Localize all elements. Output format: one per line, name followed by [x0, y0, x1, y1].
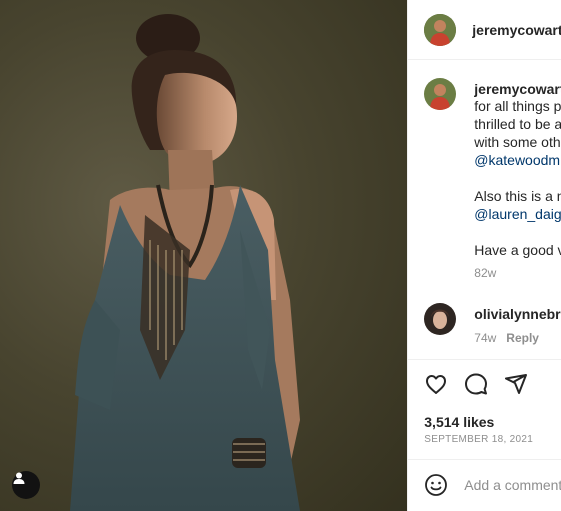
caption-line: Have a good v — [474, 242, 561, 258]
tagged-people-button[interactable] — [12, 471, 40, 499]
portrait-illustration — [70, 14, 300, 511]
post-photo[interactable] — [0, 0, 408, 511]
caption-mention[interactable]: @katewoodm — [474, 151, 560, 169]
caption-username[interactable]: jeremycowart — [474, 80, 561, 98]
person-icon — [13, 472, 25, 484]
actions-divider — [408, 359, 561, 360]
avatar-image — [424, 78, 457, 110]
commenter-avatar[interactable] — [424, 303, 457, 335]
composer-divider — [408, 459, 561, 460]
reply-button[interactable]: Reply — [506, 331, 539, 345]
header-divider — [408, 59, 561, 60]
caption-avatar[interactable] — [424, 78, 457, 110]
caption-line: Also this is a n — [474, 188, 561, 204]
share-icon[interactable] — [504, 372, 528, 396]
author-avatar[interactable] — [424, 14, 457, 46]
commenter-username[interactable]: olivialynnebro — [474, 305, 561, 323]
author-username[interactable]: jeremycowart — [472, 22, 561, 38]
caption-mention[interactable]: @lauren_daig — [474, 205, 561, 223]
caption-age: 82w — [474, 266, 497, 280]
caption-line: with some oth — [474, 134, 561, 150]
post-date[interactable]: SEPTEMBER 18, 2021 — [424, 434, 533, 445]
heart-icon[interactable] — [424, 372, 448, 396]
comment-meta: 74w Reply — [474, 331, 539, 345]
avatar-image — [424, 303, 457, 335]
comment-icon[interactable] — [464, 372, 488, 396]
caption-line: thrilled to be a — [474, 116, 561, 132]
instagram-post: jeremycowart jeremycowart for all things… — [0, 0, 561, 511]
likes-count[interactable]: 3,514 likes — [424, 414, 494, 430]
comment-input[interactable]: Add a comment — [464, 477, 561, 493]
emoji-icon[interactable] — [424, 473, 448, 497]
caption-line: for all things p — [474, 98, 561, 114]
post-sidebar: jeremycowart jeremycowart for all things… — [407, 0, 561, 511]
comment-age: 74w — [474, 331, 497, 345]
avatar-image — [424, 14, 457, 46]
